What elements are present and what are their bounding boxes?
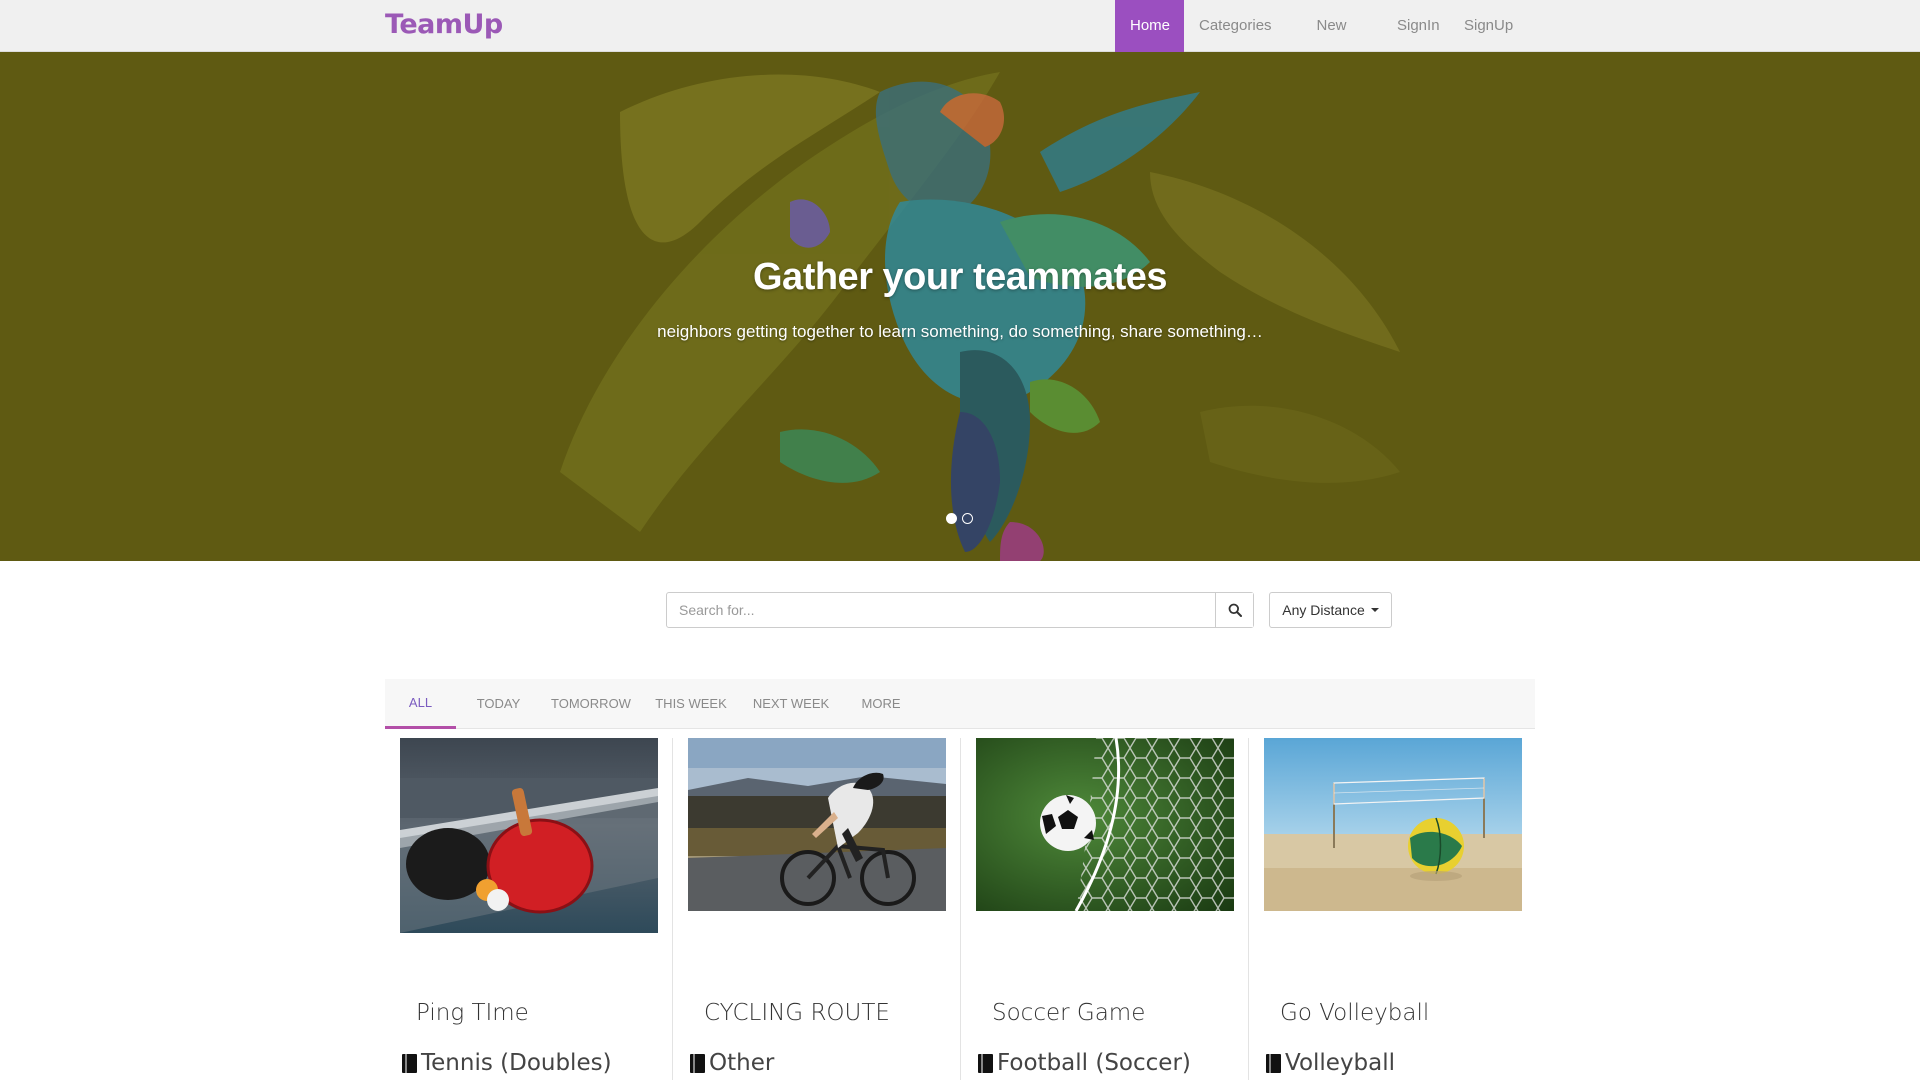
top-navbar: TeamUp Home Categories New Game SignIn S… — [0, 0, 1920, 86]
nav-categories[interactable]: Categories — [1184, 0, 1281, 52]
search-input[interactable] — [667, 593, 1215, 627]
hero-title: Gather your teammates — [753, 256, 1168, 298]
nav-home[interactable]: Home — [1115, 0, 1184, 52]
game-category-label: Football (Soccer) — [997, 1050, 1191, 1076]
game-image-volleyball[interactable] — [1264, 738, 1522, 911]
carousel-dot-1[interactable] — [946, 513, 957, 524]
tab-more[interactable]: MORE — [841, 679, 921, 729]
date-filter-tabs: ALL TODAY TOMORROW THIS WEEK NEXT WEEK M… — [385, 679, 1535, 729]
carousel-indicators — [946, 513, 973, 524]
game-image-cycling[interactable] — [688, 738, 946, 911]
book-icon — [690, 1053, 705, 1073]
game-title[interactable]: CYCLING ROUTE — [704, 1000, 890, 1026]
game-category: Football (Soccer) — [978, 1050, 1191, 1076]
hero-carousel: Gather your teammates neighbors getting … — [0, 52, 1920, 561]
game-image-soccer[interactable] — [976, 738, 1234, 911]
game-category: Tennis (Doubles) — [402, 1050, 612, 1076]
hero-athlete-illustration — [560, 72, 1400, 561]
nav-signup[interactable]: SignUp — [1449, 0, 1516, 52]
book-icon — [1266, 1053, 1281, 1073]
game-category-label: Volleyball — [1285, 1050, 1396, 1076]
distance-label: Any Distance — [1282, 602, 1365, 618]
tab-next-week[interactable]: NEXT WEEK — [741, 679, 841, 729]
brand-logo[interactable]: TeamUp — [385, 9, 503, 40]
tab-all[interactable]: ALL — [385, 679, 456, 729]
book-icon — [402, 1053, 417, 1073]
nav-signin[interactable]: SignIn — [1382, 0, 1440, 52]
game-category-label: Other — [709, 1050, 775, 1076]
game-card[interactable]: Ping TIme Tennis (Doubles) — [385, 738, 673, 1080]
game-card[interactable]: Soccer Game Football (Soccer) — [961, 738, 1249, 1080]
game-category: Other — [690, 1050, 774, 1076]
game-category: Volleyball — [1266, 1050, 1395, 1076]
tab-today[interactable]: TODAY — [456, 679, 541, 729]
game-title[interactable]: Soccer Game — [992, 1000, 1145, 1026]
search-button[interactable] — [1215, 593, 1253, 627]
game-image-ping-pong[interactable] — [400, 738, 658, 933]
game-title[interactable]: Go Volleyball — [1280, 1000, 1429, 1026]
distance-dropdown[interactable]: Any Distance — [1269, 592, 1392, 628]
game-card[interactable]: CYCLING ROUTE Other — [673, 738, 961, 1080]
carousel-dot-2[interactable] — [962, 513, 973, 524]
game-category-label: Tennis (Doubles) — [421, 1050, 612, 1076]
game-title[interactable]: Ping TIme — [416, 1000, 529, 1026]
tab-tomorrow[interactable]: TOMORROW — [541, 679, 641, 729]
game-card[interactable]: Go Volleyball Volleyball — [1249, 738, 1537, 1080]
book-icon — [978, 1053, 993, 1073]
tab-this-week[interactable]: THIS WEEK — [641, 679, 741, 729]
search-icon — [1228, 603, 1242, 617]
nav-new-game[interactable]: New Game — [1281, 0, 1382, 86]
search-bar — [666, 592, 1254, 628]
hero-subtitle: neighbors getting together to learn some… — [657, 322, 1263, 341]
caret-down-icon — [1370, 608, 1379, 612]
